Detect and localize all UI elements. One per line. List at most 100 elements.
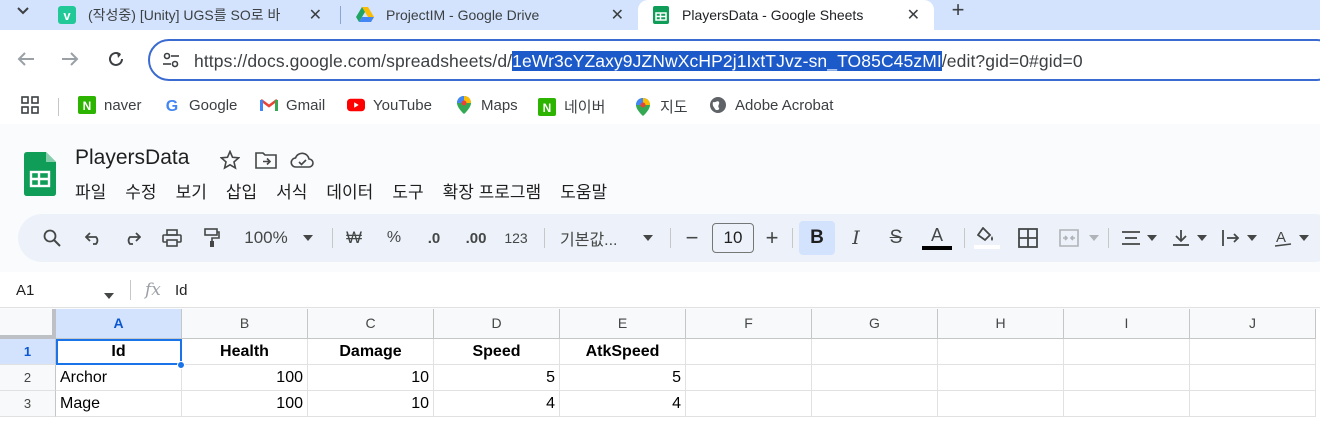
menu-help[interactable]: 도움말 (560, 178, 607, 203)
cell-d2[interactable]: 5 (434, 365, 560, 391)
vertical-align-icon[interactable] (1170, 226, 1192, 250)
cloud-saved-icon[interactable] (290, 148, 314, 172)
bookmark-youtube[interactable]: YouTube (347, 96, 432, 114)
apps-grid-icon[interactable] (21, 96, 39, 114)
cell-f2[interactable] (686, 365, 812, 391)
fill-handle[interactable] (177, 361, 185, 369)
star-icon[interactable] (218, 148, 242, 172)
tab-search-chevron-icon[interactable] (8, 0, 38, 22)
column-header-g[interactable]: G (812, 309, 938, 339)
font-dropdown-icon[interactable] (642, 226, 654, 250)
menu-view[interactable]: 보기 (176, 178, 207, 203)
cell-a1[interactable]: Id (56, 339, 182, 365)
cell-e2[interactable]: 5 (560, 365, 686, 391)
cell-d1[interactable]: Speed (434, 339, 560, 365)
text-color-button[interactable]: A (922, 226, 952, 250)
back-arrow-icon[interactable] (14, 47, 38, 71)
paint-format-icon[interactable] (200, 226, 224, 250)
column-header-b[interactable]: B (182, 309, 308, 339)
cell-a3[interactable]: Mage (56, 391, 182, 417)
italic-button[interactable]: I (846, 226, 866, 250)
name-box-dropdown-icon[interactable] (104, 286, 114, 304)
cell-e1[interactable]: AtkSpeed (560, 339, 686, 365)
column-header-h[interactable]: H (938, 309, 1064, 339)
move-folder-icon[interactable] (254, 148, 278, 172)
cell-h2[interactable] (938, 365, 1064, 391)
horizontal-align-icon[interactable] (1120, 226, 1142, 250)
tab-google-drive[interactable]: ProjectIM - Google Drive ✕ (342, 0, 638, 30)
tab-players-data[interactable]: PlayersData - Google Sheets ✕ (638, 0, 934, 30)
vertical-align-dropdown-icon[interactable] (1196, 226, 1208, 250)
bookmark-naver-kr[interactable]: N 네이버 (538, 96, 605, 117)
menu-extensions[interactable]: 확장 프로그램 (443, 178, 542, 203)
horizontal-align-dropdown-icon[interactable] (1146, 226, 1158, 250)
cell-j3[interactable] (1190, 391, 1316, 417)
menu-file[interactable]: 파일 (75, 178, 106, 203)
row-header-3[interactable]: 3 (0, 391, 56, 417)
cell-g3[interactable] (812, 391, 938, 417)
cell-b1[interactable]: Health (182, 339, 308, 365)
font-size-input[interactable]: 10 (712, 223, 754, 253)
cell-c3[interactable]: 10 (308, 391, 434, 417)
strikethrough-button[interactable]: S (886, 226, 906, 250)
cell-c2[interactable]: 10 (308, 365, 434, 391)
bookmark-naver[interactable]: N naver (78, 96, 142, 114)
cell-i2[interactable] (1064, 365, 1190, 391)
column-header-i[interactable]: I (1064, 309, 1190, 339)
url-text[interactable]: https://docs.google.com/spreadsheets/d/1… (194, 51, 1083, 72)
zoom-select[interactable]: 100% (240, 226, 292, 250)
decrease-decimal-button[interactable]: .0 (422, 226, 446, 250)
google-sheets-logo-icon[interactable] (24, 152, 56, 201)
font-select[interactable]: 기본값... (560, 226, 630, 250)
document-title[interactable]: PlayersData (75, 146, 189, 170)
cell-a2[interactable]: Archor (56, 365, 182, 391)
bold-button[interactable]: B (799, 221, 835, 255)
redo-icon[interactable] (120, 226, 144, 250)
close-tab-icon[interactable]: ✕ (611, 5, 624, 25)
zoom-dropdown-icon[interactable] (302, 226, 314, 250)
cell-f1[interactable] (686, 339, 812, 365)
tab-velog[interactable]: v (작성중) [Unity] UGS를 SO로 바 ✕ (44, 0, 336, 30)
increase-font-size-icon[interactable]: + (762, 225, 782, 250)
row-header-1[interactable]: 1 (0, 339, 56, 365)
column-header-j[interactable]: J (1190, 309, 1316, 339)
column-header-f[interactable]: F (686, 309, 812, 339)
fill-color-icon[interactable] (974, 226, 1000, 250)
cell-c1[interactable]: Damage (308, 339, 434, 365)
search-menus-icon[interactable] (40, 226, 64, 250)
cell-i1[interactable] (1064, 339, 1190, 365)
cell-g2[interactable] (812, 365, 938, 391)
cell-f3[interactable] (686, 391, 812, 417)
formula-input[interactable]: Id (175, 282, 188, 299)
bookmark-adobe-acrobat[interactable]: Adobe Acrobat (709, 96, 833, 114)
select-all-corner[interactable] (0, 309, 56, 339)
borders-icon[interactable] (1016, 226, 1040, 250)
decrease-font-size-icon[interactable]: − (682, 225, 702, 250)
menu-tools[interactable]: 도구 (392, 178, 423, 203)
cell-d3[interactable]: 4 (434, 391, 560, 417)
menu-insert[interactable]: 삽입 (226, 178, 257, 203)
cell-j2[interactable] (1190, 365, 1316, 391)
cell-h3[interactable] (938, 391, 1064, 417)
cell-b2[interactable]: 100 (182, 365, 308, 391)
menu-data[interactable]: 데이터 (326, 178, 373, 203)
text-wrapping-icon[interactable] (1220, 226, 1242, 250)
more-formats-button[interactable]: 123 (502, 226, 530, 250)
bookmark-google[interactable]: G Google (163, 96, 238, 115)
menu-format[interactable]: 서식 (276, 178, 307, 203)
cell-e3[interactable]: 4 (560, 391, 686, 417)
cell-j1[interactable] (1190, 339, 1316, 365)
forward-arrow-icon[interactable] (58, 47, 82, 71)
percent-format-button[interactable]: % (384, 226, 404, 250)
text-wrapping-dropdown-icon[interactable] (1246, 226, 1258, 250)
row-header-2[interactable]: 2 (0, 365, 56, 391)
column-header-e[interactable]: E (560, 309, 686, 339)
new-tab-plus-icon[interactable]: + (946, 0, 970, 22)
cell-b3[interactable]: 100 (182, 391, 308, 417)
cell-i3[interactable] (1064, 391, 1190, 417)
undo-icon[interactable] (82, 226, 106, 250)
text-rotation-dropdown-icon[interactable] (1298, 226, 1310, 250)
menu-edit[interactable]: 수정 (125, 178, 156, 203)
site-info-tune-icon[interactable] (162, 51, 180, 74)
bookmark-gmail[interactable]: Gmail (260, 96, 325, 114)
